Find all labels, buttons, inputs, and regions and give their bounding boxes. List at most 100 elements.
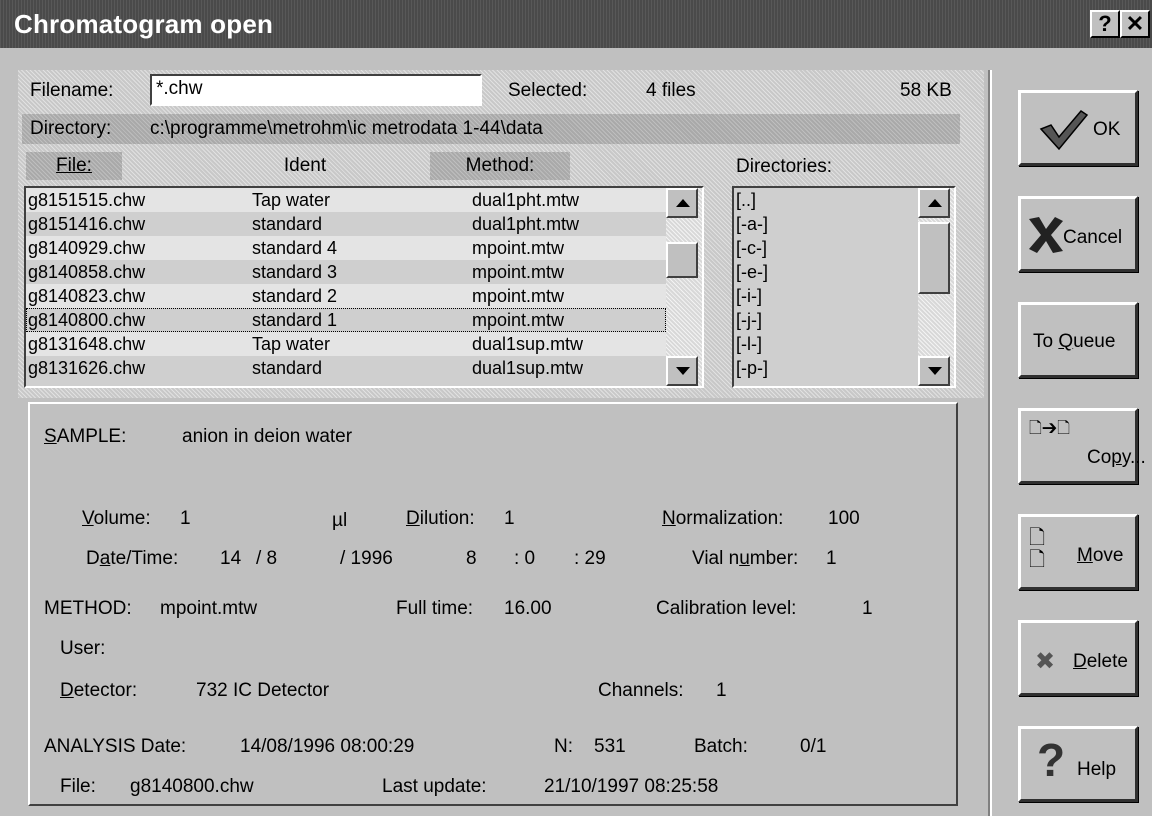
file-list-row[interactable]: g8151515.chw Tap water dual1pht.mtw xyxy=(26,188,666,212)
scroll-up-button[interactable] xyxy=(666,188,698,218)
filename-label: Filename: xyxy=(30,80,114,101)
directory-item[interactable]: [..] xyxy=(736,188,756,212)
dilution-label: Dilution: xyxy=(406,508,475,529)
copy-button[interactable]: 🗋➔🗋 Copy... xyxy=(1018,408,1146,484)
dir-scroll-thumb[interactable] xyxy=(918,222,950,294)
calibration-value: 1 xyxy=(862,598,873,619)
sample-label: SAMPLE: xyxy=(44,426,127,447)
help-title-button[interactable]: ? xyxy=(1090,10,1120,38)
ok-button[interactable]: OK xyxy=(1018,90,1138,166)
analysis-date-value: 14/08/1996 08:00:29 xyxy=(240,736,415,757)
help-question-icon: ? xyxy=(1037,734,1066,786)
time-minute[interactable]: : 0 xyxy=(514,548,535,570)
filename-input[interactable]: *.chw xyxy=(150,74,482,106)
n-value: 531 xyxy=(594,736,626,757)
dir-scroll-up-button[interactable] xyxy=(918,188,950,218)
directories-label: Directories: xyxy=(736,156,833,177)
channels-label: Channels: xyxy=(598,680,684,701)
file-list-cell-file: g8140800.chw xyxy=(28,310,146,330)
directories-scrollbar[interactable] xyxy=(918,188,954,386)
directory-item[interactable]: [-p-] xyxy=(736,356,768,380)
n-label: N: xyxy=(554,736,573,757)
directory-item[interactable]: [-c-] xyxy=(736,236,767,260)
file-list-row[interactable]: g8131626.chw standard dual1sup.mtw xyxy=(26,356,666,380)
scroll-thumb[interactable] xyxy=(666,242,698,278)
file-list-row[interactable]: g8140823.chw standard 2 mpoint.mtw xyxy=(26,284,666,308)
dir-scroll-down-button[interactable] xyxy=(918,356,950,386)
file-list-cell-method: dual1pht.mtw xyxy=(472,214,580,234)
ok-label: OK xyxy=(1093,119,1121,140)
cancel-button[interactable]: Cancel xyxy=(1018,196,1138,272)
delete-button[interactable]: ✖ Delete xyxy=(1018,620,1138,696)
time-hour[interactable]: 8 xyxy=(466,548,477,570)
chevron-up-icon xyxy=(928,199,942,207)
datetime-label: Date/Time: xyxy=(86,548,179,569)
selected-count: 4 files xyxy=(646,80,696,101)
method-label: METHOD: xyxy=(44,598,132,619)
file-list-cell-method: dual1pht.mtw xyxy=(472,190,580,210)
help-label: Help xyxy=(1077,759,1117,780)
chevron-down-icon xyxy=(676,367,690,375)
directory-item[interactable]: [-j-] xyxy=(736,308,762,332)
file-list[interactable]: g8131626.chw standard dual1sup.mtw g8131648… xyxy=(24,186,704,388)
fulltime-value: 16.00 xyxy=(504,598,552,619)
directories-list[interactable]: [-p-] [-l-] [-j-] [-i-] [-e-] [-c-] [-a-] [..] xyxy=(732,186,956,388)
move-button[interactable]: 🗋 🗋 Move xyxy=(1018,514,1138,590)
file-list-row[interactable]: g8140858.chw standard 3 mpoint.mtw xyxy=(26,260,666,284)
file-list-cell-file: g8151515.chw xyxy=(28,190,146,210)
chevron-up-icon xyxy=(676,199,690,207)
method-value: mpoint.mtw xyxy=(160,598,258,619)
volume-value[interactable]: 1 xyxy=(180,508,191,530)
date-month[interactable]: / 8 xyxy=(256,548,277,570)
file-list-row[interactable]: g8151416.chw standard dual1pht.mtw xyxy=(26,212,666,236)
directory-item[interactable]: [-a-] xyxy=(736,212,768,236)
file-list-cell-file: g8140929.chw xyxy=(28,238,146,258)
vial-value[interactable]: 1 xyxy=(826,548,837,570)
selected-size: 58 KB xyxy=(900,80,952,101)
dilution-value[interactable]: 1 xyxy=(504,508,515,530)
file-list-row[interactable]: g8140800.chw standard 1 mpoint.mtw xyxy=(26,308,666,332)
file-label: File: xyxy=(60,776,96,797)
directory-item[interactable]: [-i-] xyxy=(736,284,762,308)
date-year[interactable]: / 1996 xyxy=(340,548,393,570)
file-list-cell-file: g8151416.chw xyxy=(28,214,146,234)
help-button[interactable]: ? Help xyxy=(1018,726,1138,802)
close-button[interactable]: ✕ xyxy=(1120,10,1150,38)
column-header-file[interactable]: File: xyxy=(26,152,122,180)
to-queue-label: To Queue xyxy=(1033,331,1116,352)
cancel-label: Cancel xyxy=(1063,227,1123,248)
normalization-value[interactable]: 100 xyxy=(828,508,860,530)
chevron-down-icon xyxy=(928,367,942,375)
file-list-row[interactable]: g8140929.chw standard 4 mpoint.mtw xyxy=(26,236,666,260)
file-list-cell-ident: standard 4 xyxy=(252,238,338,258)
vial-label: Vial number: xyxy=(692,548,799,569)
file-list-scrollbar[interactable] xyxy=(666,188,702,386)
directory-item[interactable]: [-e-] xyxy=(736,260,768,284)
file-list-cell-file: g8140858.chw xyxy=(28,262,146,282)
delete-x-icon: ✖ xyxy=(1035,648,1056,675)
scroll-down-button[interactable] xyxy=(666,356,698,386)
batch-value: 0/1 xyxy=(800,736,827,757)
directory-label: Directory: xyxy=(30,118,112,139)
move-label: Move xyxy=(1077,545,1124,566)
file-list-cell-method: mpoint.mtw xyxy=(472,310,565,330)
file-value: g8140800.chw xyxy=(130,776,254,797)
column-header-ident[interactable]: Ident xyxy=(200,152,410,180)
file-list-cell-ident: standard xyxy=(252,214,323,234)
analysis-date-label: ANALYSIS Date: xyxy=(44,736,187,757)
batch-label: Batch: xyxy=(694,736,748,757)
window-title: Chromatogram open xyxy=(14,9,274,39)
detector-value: 732 IC Detector xyxy=(196,680,330,701)
file-list-cell-ident: Tap water xyxy=(252,334,331,354)
file-list-cell-file: g8131626.chw xyxy=(28,358,146,378)
to-queue-button[interactable]: To Queue xyxy=(1018,302,1138,378)
file-list-cell-ident: Tap water xyxy=(252,190,331,210)
date-day[interactable]: 14 xyxy=(220,548,241,570)
time-second[interactable]: : 29 xyxy=(574,548,606,570)
file-list-cell-file: g8140823.chw xyxy=(28,286,146,306)
directory-item[interactable]: [-l-] xyxy=(736,332,762,356)
column-header-method[interactable]: Method: xyxy=(430,152,570,180)
file-list-row[interactable]: g8131648.chw Tap water dual1sup.mtw xyxy=(26,332,666,356)
last-update-value: 21/10/1997 08:25:58 xyxy=(544,776,719,797)
copy-icon: 🗋➔🗋 xyxy=(1029,420,1071,437)
